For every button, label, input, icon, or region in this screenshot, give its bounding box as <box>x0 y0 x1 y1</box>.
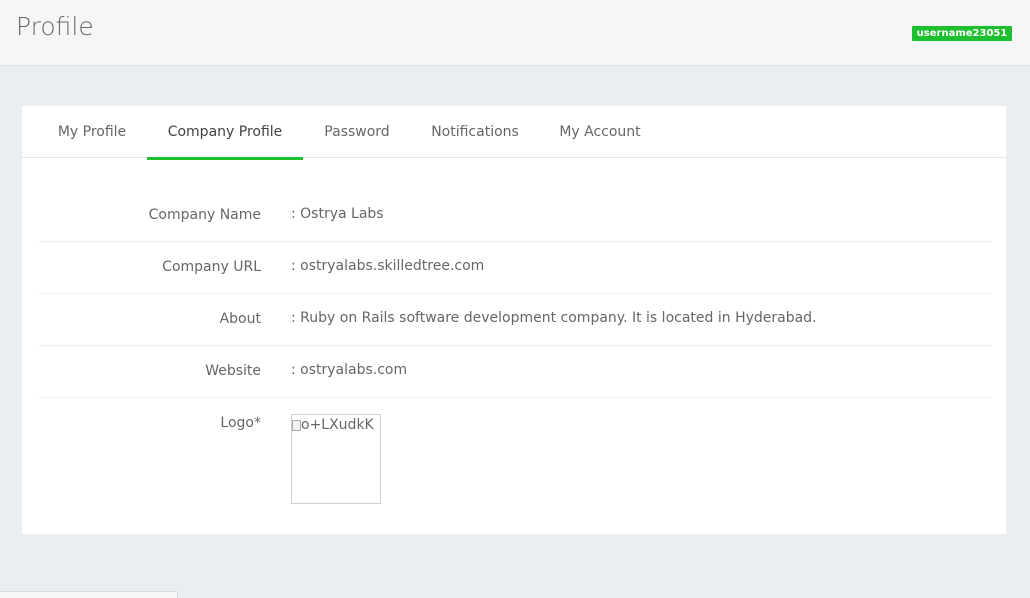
website-label: Website <box>205 363 261 379</box>
username-badge[interactable]: username23051 <box>912 26 1012 41</box>
logo-row: Logo* o+LXudkK <box>38 398 992 518</box>
company-name-value: : Ostrya Labs <box>291 206 384 222</box>
bottom-drawer-tab[interactable] <box>0 591 178 598</box>
page-header: Profile username23051 <box>0 0 1030 66</box>
profile-panel: My Profile Company Profile Password Noti… <box>22 106 1006 534</box>
broken-image-icon <box>292 419 301 431</box>
company-name-row: Company Name : Ostrya Labs <box>38 190 992 242</box>
company-logo-image: o+LXudkK <box>291 414 381 504</box>
page-title: Profile <box>16 12 94 41</box>
tab-my-profile[interactable]: My Profile <box>38 106 146 160</box>
about-row: About : Ruby on Rails software developme… <box>38 294 992 346</box>
tab-my-account[interactable]: My Account <box>540 106 660 160</box>
profile-tabs: My Profile Company Profile Password Noti… <box>22 106 1006 160</box>
company-url-label: Company URL <box>162 259 261 275</box>
company-url-value: : ostryalabs.skilledtree.com <box>291 258 485 274</box>
about-label: About <box>219 311 261 327</box>
website-row: Website : ostryalabs.com <box>38 346 992 398</box>
about-value: : Ruby on Rails software development com… <box>291 310 817 326</box>
logo-label: Logo* <box>220 415 261 431</box>
tab-notifications[interactable]: Notifications <box>411 106 539 160</box>
company-url-row: Company URL : ostryalabs.skilledtree.com <box>38 242 992 294</box>
tab-company-profile[interactable]: Company Profile <box>147 106 303 160</box>
logo-alt-text: o+LXudkK <box>301 417 374 433</box>
tab-password[interactable]: Password <box>304 106 410 160</box>
company-name-label: Company Name <box>148 207 261 223</box>
website-value: : ostryalabs.com <box>291 362 408 378</box>
